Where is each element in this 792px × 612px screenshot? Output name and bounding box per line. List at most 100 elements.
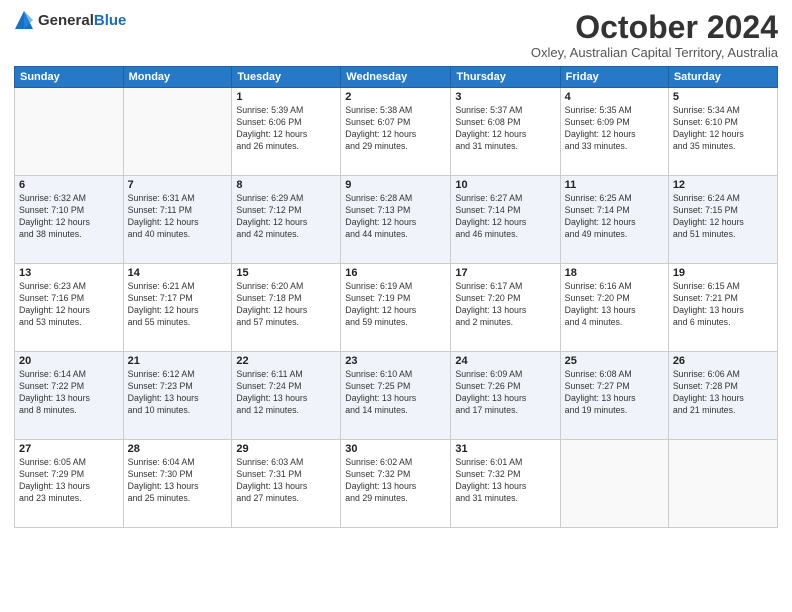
day-number: 26 [673,355,773,367]
subtitle: Oxley, Australian Capital Territory, Aus… [531,45,778,60]
calendar-week-row: 13Sunrise: 6:23 AM Sunset: 7:16 PM Dayli… [15,264,778,352]
day-number: 23 [345,355,446,367]
calendar-week-row: 20 Sunrise: 6:14 AM Sunset: 7:22 PM Dayli… [15,352,778,440]
day-number: 18 [565,267,664,279]
day-number: 31 [455,443,555,455]
day-info: Sunrise: 6:06 AM Sunset: 7:28 PM Dayligh… [673,369,773,417]
day-number: 2 [345,91,446,103]
col-saturday: Saturday [668,67,777,88]
day-number: 21 [128,355,228,367]
day-number: 20 [19,355,119,367]
logo: General Blue [14,10,126,30]
day-number: 11 [565,179,664,191]
day-number: 17 [455,267,555,279]
table-row: 15Sunrise: 6:20 AM Sunset: 7:18 PM Dayli… [232,264,341,352]
logo-text: General Blue [38,12,126,29]
day-info: Sunrise: 6:10 AM Sunset: 7:25 PM Dayligh… [345,369,446,417]
table-row: 12 Sunrise: 6:24 AM Sunset: 7:15 PM Dayli… [668,176,777,264]
table-row: 25 Sunrise: 6:08 AM Sunset: 7:27 PM Dayli… [560,352,668,440]
table-row [560,440,668,528]
day-info: Sunrise: 6:29 AM Sunset: 7:12 PM Dayligh… [236,193,336,241]
day-number: 9 [345,179,446,191]
day-number: 24 [455,355,555,367]
day-number: 3 [455,91,555,103]
table-row: 9 Sunrise: 6:28 AM Sunset: 7:13 PM Daylig… [341,176,451,264]
day-number: 6 [19,179,119,191]
day-info: Sunrise: 6:15 AM Sunset: 7:21 PM Dayligh… [673,281,773,329]
table-row [15,88,124,176]
day-number: 29 [236,443,336,455]
logo-blue: Blue [94,12,127,29]
day-number: 30 [345,443,446,455]
day-number: 12 [673,179,773,191]
table-row: 21 Sunrise: 6:12 AM Sunset: 7:23 PM Dayli… [123,352,232,440]
day-info: Sunrise: 6:16 AM Sunset: 7:20 PM Dayligh… [565,281,664,329]
day-info: Sunrise: 6:02 AM Sunset: 7:32 PM Dayligh… [345,457,446,505]
col-friday: Friday [560,67,668,88]
day-number: 8 [236,179,336,191]
table-row: 31 Sunrise: 6:01 AM Sunset: 7:32 PM Dayli… [451,440,560,528]
day-info: Sunrise: 5:34 AM Sunset: 6:10 PM Dayligh… [673,105,773,153]
col-monday: Monday [123,67,232,88]
table-row: 5 Sunrise: 5:34 AM Sunset: 6:10 PM Daylig… [668,88,777,176]
table-row: 3 Sunrise: 5:37 AM Sunset: 6:08 PM Daylig… [451,88,560,176]
day-info: Sunrise: 6:31 AM Sunset: 7:11 PM Dayligh… [128,193,228,241]
table-row: 23 Sunrise: 6:10 AM Sunset: 7:25 PM Dayli… [341,352,451,440]
day-info: Sunrise: 5:39 AM Sunset: 6:06 PM Dayligh… [236,105,336,153]
table-row: 16Sunrise: 6:19 AM Sunset: 7:19 PM Dayli… [341,264,451,352]
day-info: Sunrise: 6:24 AM Sunset: 7:15 PM Dayligh… [673,193,773,241]
table-row: 13Sunrise: 6:23 AM Sunset: 7:16 PM Dayli… [15,264,124,352]
day-info: Sunrise: 6:28 AM Sunset: 7:13 PM Dayligh… [345,193,446,241]
table-row: 4 Sunrise: 5:35 AM Sunset: 6:09 PM Daylig… [560,88,668,176]
table-row: 24 Sunrise: 6:09 AM Sunset: 7:26 PM Dayli… [451,352,560,440]
day-info: Sunrise: 6:03 AM Sunset: 7:31 PM Dayligh… [236,457,336,505]
day-info: Sunrise: 6:11 AM Sunset: 7:24 PM Dayligh… [236,369,336,417]
day-info: Sunrise: 6:27 AM Sunset: 7:14 PM Dayligh… [455,193,555,241]
day-number: 5 [673,91,773,103]
col-thursday: Thursday [451,67,560,88]
table-row: 17 Sunrise: 6:17 AM Sunset: 7:20 PM Dayli… [451,264,560,352]
day-number: 13 [19,267,119,279]
day-number: 1 [236,91,336,103]
calendar-table: Sunday Monday Tuesday Wednesday Thursday… [14,66,778,528]
day-info: Sunrise: 6:08 AM Sunset: 7:27 PM Dayligh… [565,369,664,417]
day-number: 25 [565,355,664,367]
day-info: Sunrise: 6:01 AM Sunset: 7:32 PM Dayligh… [455,457,555,505]
table-row: 28Sunrise: 6:04 AM Sunset: 7:30 PM Dayli… [123,440,232,528]
header: General Blue October 2024 Oxley, Austral… [14,10,778,60]
table-row: 18 Sunrise: 6:16 AM Sunset: 7:20 PM Dayli… [560,264,668,352]
day-number: 15 [236,267,336,279]
logo-icon [14,10,34,30]
day-info: Sunrise: 6:14 AM Sunset: 7:22 PM Dayligh… [19,369,119,417]
day-info: Sunrise: 6:04 AM Sunset: 7:30 PM Dayligh… [128,457,228,505]
day-number: 19 [673,267,773,279]
logo-general: General [38,12,94,29]
table-row: 27 Sunrise: 6:05 AM Sunset: 7:29 PM Dayli… [15,440,124,528]
day-info: Sunrise: 5:37 AM Sunset: 6:08 PM Dayligh… [455,105,555,153]
header-row: Sunday Monday Tuesday Wednesday Thursday… [15,67,778,88]
day-number: 14 [128,267,228,279]
day-number: 22 [236,355,336,367]
day-info: Sunrise: 6:19 AM Sunset: 7:19 PM Dayligh… [345,281,446,329]
table-row: 29 Sunrise: 6:03 AM Sunset: 7:31 PM Dayli… [232,440,341,528]
day-number: 27 [19,443,119,455]
day-info: Sunrise: 6:05 AM Sunset: 7:29 PM Dayligh… [19,457,119,505]
table-row: 20 Sunrise: 6:14 AM Sunset: 7:22 PM Dayli… [15,352,124,440]
month-title: October 2024 [531,10,778,45]
table-row: 7 Sunrise: 6:31 AM Sunset: 7:11 PM Daylig… [123,176,232,264]
table-row: 10Sunrise: 6:27 AM Sunset: 7:14 PM Dayli… [451,176,560,264]
day-info: Sunrise: 6:09 AM Sunset: 7:26 PM Dayligh… [455,369,555,417]
day-info: Sunrise: 5:35 AM Sunset: 6:09 PM Dayligh… [565,105,664,153]
day-number: 7 [128,179,228,191]
table-row: 19 Sunrise: 6:15 AM Sunset: 7:21 PM Dayli… [668,264,777,352]
day-info: Sunrise: 6:12 AM Sunset: 7:23 PM Dayligh… [128,369,228,417]
day-info: Sunrise: 6:32 AM Sunset: 7:10 PM Dayligh… [19,193,119,241]
table-row: 8 Sunrise: 6:29 AM Sunset: 7:12 PM Daylig… [232,176,341,264]
day-info: Sunrise: 6:17 AM Sunset: 7:20 PM Dayligh… [455,281,555,329]
calendar-week-row: 1 Sunrise: 5:39 AM Sunset: 6:06 PM Daylig… [15,88,778,176]
table-row: 11Sunrise: 6:25 AM Sunset: 7:14 PM Dayli… [560,176,668,264]
table-row: 1 Sunrise: 5:39 AM Sunset: 6:06 PM Daylig… [232,88,341,176]
col-wednesday: Wednesday [341,67,451,88]
title-section: October 2024 Oxley, Australian Capital T… [531,10,778,60]
day-number: 4 [565,91,664,103]
